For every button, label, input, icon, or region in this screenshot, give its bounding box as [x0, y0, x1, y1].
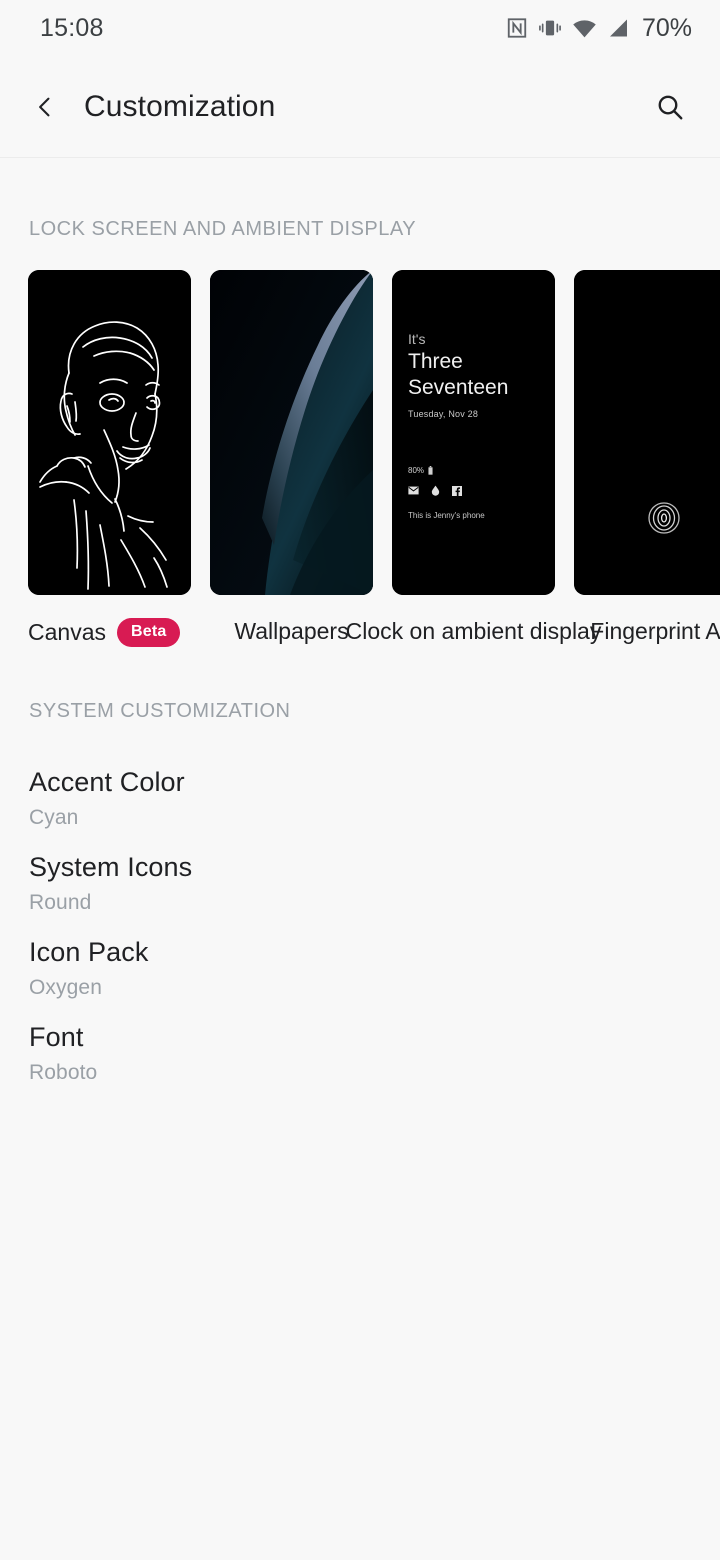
ambient-hour-word: Three — [408, 349, 463, 373]
ambient-owner-text: This is Jenny's phone — [408, 511, 485, 521]
line-art-portrait — [28, 270, 191, 595]
list-item-value: Roboto — [29, 1061, 98, 1084]
card-wallpapers[interactable]: Wallpapers — [210, 270, 373, 647]
ambient-date: Tuesday, Nov 28 — [408, 409, 479, 420]
card-ambient-clock-thumbnail[interactable]: It's Three Seventeen Tuesday, Nov 28 80% — [392, 270, 555, 595]
list-item-title: Font — [29, 1022, 84, 1052]
card-wallpapers-thumbnail[interactable] — [210, 270, 373, 595]
list-item-value: Oxygen — [29, 976, 102, 999]
page-title: Customization — [84, 89, 276, 123]
search-button[interactable] — [646, 83, 694, 131]
system-customization-list: Accent Color Cyan System Icons Round Ico… — [0, 745, 720, 1085]
wifi-icon — [572, 18, 597, 39]
card-wallpapers-label: Wallpapers — [234, 618, 349, 644]
status-bar-clock: 15:08 — [40, 13, 104, 42]
list-item-title: System Icons — [29, 852, 193, 882]
ambient-notification-icons — [408, 485, 555, 496]
section-header-lock-screen: LOCK SCREEN AND AMBIENT DISPLAY — [29, 218, 417, 240]
vibrate-icon — [538, 17, 562, 39]
card-fingerprint-thumbnail[interactable] — [574, 270, 720, 595]
chevron-left-icon — [39, 97, 50, 116]
card-canvas-label: Canvas — [28, 619, 106, 645]
ambient-battery-label: 80% — [408, 466, 425, 476]
list-item-value: Cyan — [29, 806, 79, 829]
status-bar: 15:08 70% — [0, 0, 720, 56]
app-bar: Customization — [0, 56, 720, 158]
ambient-its-label: It's — [408, 331, 426, 347]
card-ambient-clock[interactable]: It's Three Seventeen Tuesday, Nov 28 80% — [346, 270, 602, 647]
nfc-icon — [506, 17, 528, 39]
list-item-value: Round — [29, 891, 92, 914]
ambient-battery: 80% — [408, 466, 555, 475]
fingerprint-preview — [574, 270, 720, 595]
battery-icon — [428, 466, 433, 475]
cellular-signal-icon — [607, 18, 629, 39]
list-item-title: Accent Color — [29, 767, 185, 797]
list-item-system-icons[interactable]: System Icons Round — [0, 830, 720, 915]
list-item-icon-pack[interactable]: Icon Pack Oxygen — [0, 915, 720, 1000]
list-item-accent-color[interactable]: Accent Color Cyan — [0, 745, 720, 830]
beta-badge: Beta — [116, 618, 181, 647]
mail-icon — [408, 486, 419, 495]
ambient-clock-preview: It's Three Seventeen Tuesday, Nov 28 80% — [392, 270, 555, 595]
section-header-system-customization: SYSTEM CUSTOMIZATION — [29, 700, 291, 722]
search-icon — [658, 95, 683, 119]
facebook-icon — [452, 485, 462, 496]
card-fingerprint-label-row: Fingerprint A — [574, 618, 720, 645]
list-item-font[interactable]: Font Roboto — [0, 1000, 720, 1085]
battery-percent-label: 70% — [641, 13, 692, 42]
card-canvas-label-row: Canvas Beta — [28, 618, 191, 647]
list-item-title: Icon Pack — [29, 937, 149, 967]
ambient-minute-word: Seventeen — [408, 375, 509, 399]
card-canvas[interactable]: Canvas Beta — [28, 270, 191, 647]
drop-icon — [431, 485, 440, 496]
card-canvas-thumbnail[interactable] — [28, 270, 191, 595]
card-fingerprint[interactable]: Fingerprint A — [574, 270, 720, 647]
card-fingerprint-label: Fingerprint A — [590, 618, 720, 644]
lock-screen-card-strip[interactable]: Canvas Beta Wallpapers It's Three Sevent… — [0, 270, 720, 647]
card-ambient-clock-label: Clock on ambient display — [345, 618, 602, 644]
card-ambient-clock-label-row: Clock on ambient display — [346, 618, 602, 645]
back-button[interactable] — [22, 84, 68, 130]
status-bar-icons: 70% — [506, 14, 692, 43]
fingerprint-icon — [648, 502, 680, 534]
abstract-blue-wallpaper — [210, 270, 373, 595]
